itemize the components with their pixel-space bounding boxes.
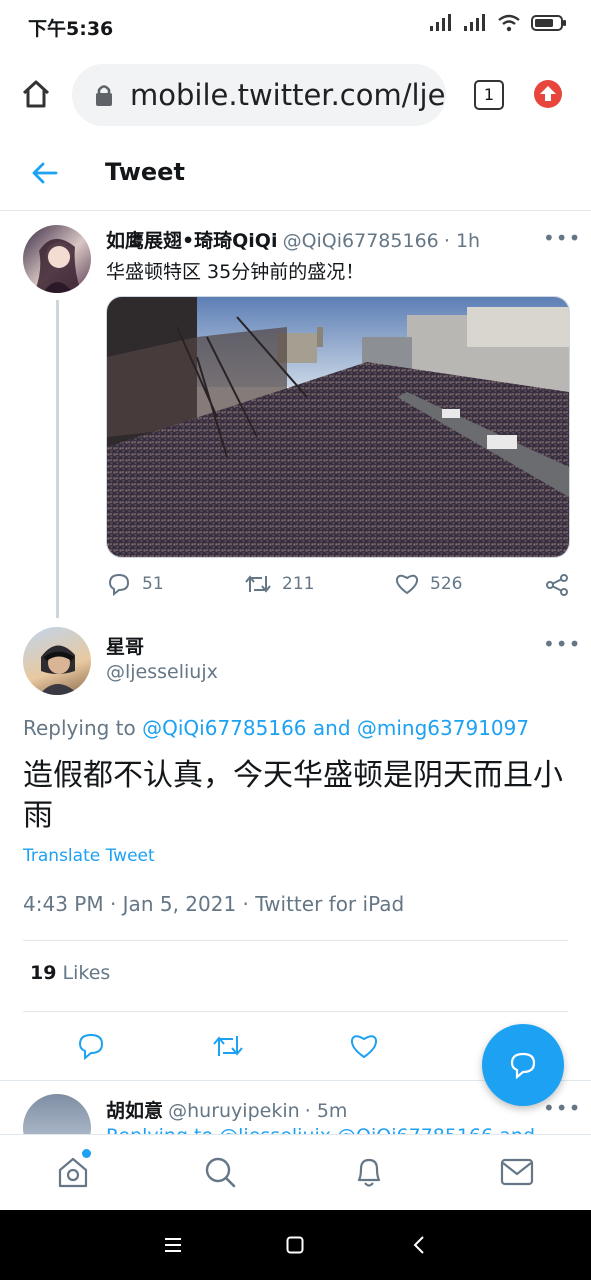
tweet-time: · 5m xyxy=(304,1100,348,1122)
heart-icon[interactable] xyxy=(349,1032,379,1060)
url-bar[interactable]: mobile.twitter.com/ljesseliujx xyxy=(72,64,446,126)
likes-label: Likes xyxy=(62,962,111,984)
author-name[interactable]: 星哥 xyxy=(106,632,144,659)
author-handle[interactable]: @huruyipekin xyxy=(168,1100,300,1122)
like-count: 526 xyxy=(430,574,463,594)
nav-home[interactable] xyxy=(56,1149,91,1193)
tweet-text: 造假都不认真，今天华盛顿是阴天而且小雨 xyxy=(23,758,563,833)
home-square-icon[interactable] xyxy=(286,1236,304,1254)
tab-count-button[interactable]: 1 xyxy=(474,80,504,110)
home-icon xyxy=(58,1157,88,1188)
replying-prefix: Replying to xyxy=(23,716,136,740)
notification-dot xyxy=(82,1149,91,1158)
heart-icon xyxy=(395,574,419,595)
browser-toolbar: mobile.twitter.com/ljesseliujx 1 xyxy=(0,52,591,139)
back-arrow-icon[interactable] xyxy=(30,160,58,186)
divider xyxy=(23,940,568,941)
reply-user-link[interactable]: @QiQi67785166 xyxy=(142,716,306,740)
author-handle[interactable]: @ljesseliujx xyxy=(106,661,218,683)
home-icon[interactable] xyxy=(20,78,52,110)
reply-user-link[interactable]: @ming63791097 xyxy=(357,716,529,740)
retweet-count: 211 xyxy=(282,574,315,594)
tweet-timestamp: 4:43 PM · Jan 5, 2021 xyxy=(23,892,237,916)
tweet-meta: 4:43 PM · Jan 5, 2021 · Twitter for iPad xyxy=(23,892,404,916)
more-options-icon[interactable]: ••• xyxy=(543,632,581,656)
reply-icon[interactable] xyxy=(77,1032,105,1060)
avatar[interactable] xyxy=(23,225,91,293)
author-name[interactable]: 如鹰展翅•琦琦QiQi xyxy=(106,230,277,252)
reply-icon xyxy=(510,1052,536,1079)
author-name[interactable]: 胡如意 xyxy=(106,1100,163,1122)
search-icon[interactable] xyxy=(203,1155,237,1189)
share-icon[interactable] xyxy=(544,573,570,597)
tweet-image[interactable] xyxy=(106,296,570,558)
thread-line xyxy=(56,300,59,618)
url-text: mobile.twitter.com/ljesseliujx xyxy=(130,78,446,112)
tweet-source[interactable]: · Twitter for iPad xyxy=(243,892,405,916)
translate-link[interactable]: Translate Tweet xyxy=(23,846,155,866)
lock-icon xyxy=(96,85,112,106)
reply-and: and xyxy=(312,716,351,740)
retweet-icon xyxy=(245,575,271,593)
retweet-icon[interactable] xyxy=(212,1032,244,1060)
avatar[interactable] xyxy=(23,627,91,695)
signal-icon xyxy=(430,14,451,31)
more-options-icon[interactable]: ••• xyxy=(543,1096,581,1120)
status-time: 下午5:36 xyxy=(28,18,114,40)
messages-icon[interactable] xyxy=(500,1157,534,1187)
likes-summary[interactable]: 19 Likes xyxy=(30,962,110,984)
retweet-button[interactable]: 211 xyxy=(244,572,314,596)
replying-to: Replying to @QiQi67785166 and @ming63791… xyxy=(23,716,529,740)
tweet-text: 华盛顿特区 35分钟前的盛况！ xyxy=(106,261,365,283)
avatar[interactable] xyxy=(23,1094,91,1134)
reply-count: 51 xyxy=(142,574,164,594)
battery-icon xyxy=(531,15,566,31)
signal-r-icon xyxy=(464,14,485,31)
reply-icon xyxy=(108,573,130,596)
page-title: Tweet xyxy=(105,158,185,186)
like-button[interactable]: 526 xyxy=(394,572,462,596)
page-header: Tweet xyxy=(0,138,591,211)
author-handle[interactable]: @QiQi67785166 xyxy=(283,230,439,252)
status-bar: 下午5:36 xyxy=(0,0,591,52)
divider xyxy=(23,1011,568,1012)
menu-icon[interactable] xyxy=(164,1236,182,1254)
bell-icon[interactable] xyxy=(352,1155,386,1189)
replying-to: Replying to @ljesseliujx @QiQi67785166 a… xyxy=(106,1125,535,1134)
wifi-icon xyxy=(498,14,520,32)
reply-button[interactable]: 51 xyxy=(106,572,164,596)
bottom-navigation xyxy=(0,1134,591,1211)
upgrade-icon[interactable] xyxy=(533,79,563,109)
status-icons xyxy=(429,14,567,32)
tweet-time: · 1h xyxy=(443,230,481,252)
likes-count: 19 xyxy=(30,962,57,984)
more-options-icon[interactable]: ••• xyxy=(543,226,581,250)
system-navigation-bar xyxy=(0,1210,591,1280)
compose-reply-button[interactable] xyxy=(482,1024,564,1106)
back-icon[interactable] xyxy=(412,1236,426,1254)
